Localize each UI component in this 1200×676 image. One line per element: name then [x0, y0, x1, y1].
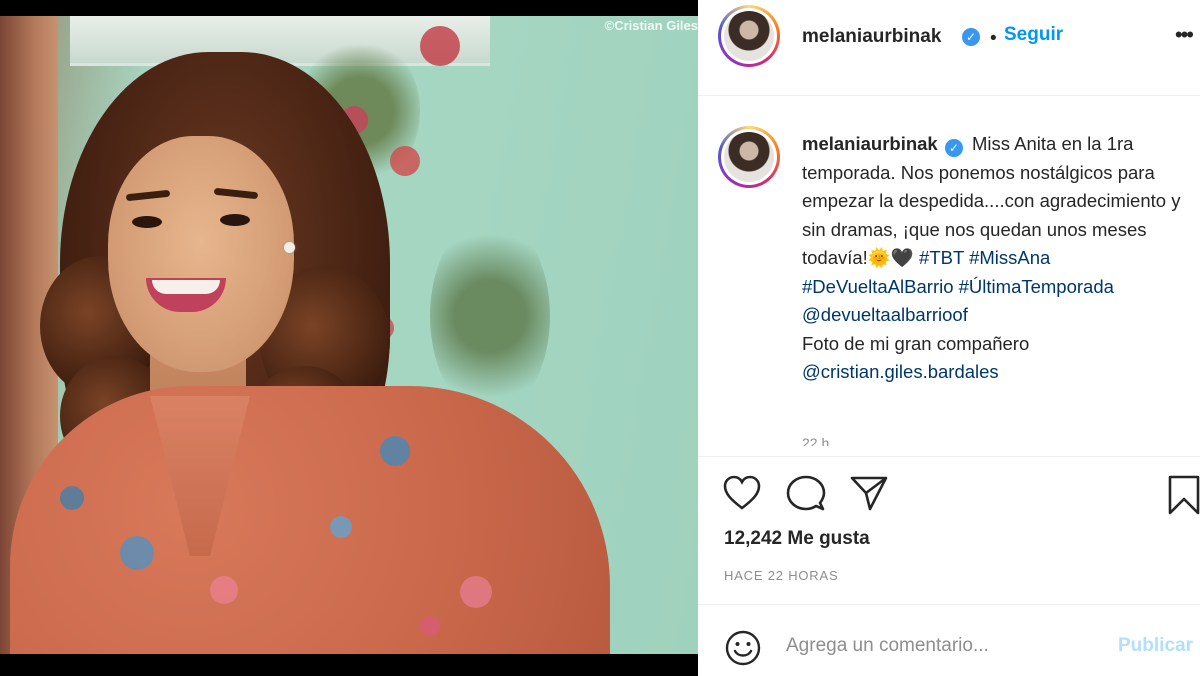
save-bookmark-icon[interactable] [1168, 475, 1200, 515]
comment-bar: Publicar [698, 604, 1200, 676]
post-time-ago: HACE 22 HORAS [724, 568, 839, 583]
caption-mention-account[interactable]: @devueltaalbarrioof [802, 304, 968, 325]
header-username[interactable]: melaniaurbinak [802, 26, 941, 48]
photo-watermark: ©Cristian Giles [604, 18, 698, 33]
verified-badge-icon: ✓ [962, 28, 980, 46]
caption-relative-time: 22 h [802, 436, 830, 446]
header-separator: • [990, 28, 997, 49]
post-photo-image: ©Cristian Giles [0, 16, 698, 654]
likes-count[interactable]: 12,242 Me gusta [724, 528, 870, 550]
post-header: melaniaurbinak ✓ • Seguir ••• [698, 0, 1200, 96]
caption-verified-badge-icon: ✓ [944, 139, 963, 157]
publish-button[interactable]: Publicar [1118, 635, 1193, 657]
post-actions-bar [698, 456, 1200, 516]
avatar[interactable] [718, 5, 780, 67]
share-direct-icon[interactable] [850, 475, 888, 511]
more-options-icon[interactable]: ••• [1175, 22, 1194, 48]
comment-input[interactable] [786, 635, 1086, 657]
post-caption: melaniaurbinak ✓ Miss Anita en la 1ra te… [802, 130, 1198, 387]
caption-mention-photographer[interactable]: @cristian.giles.bardales [802, 361, 999, 382]
caption-avatar[interactable] [718, 126, 780, 188]
follow-button[interactable]: Seguir [1004, 24, 1063, 46]
instagram-post-view: ©Cristian Giles melaniaurbinak ✓ • Segui… [0, 0, 1200, 676]
post-side-panel: melaniaurbinak ✓ • Seguir ••• melaniaurb… [698, 0, 1200, 676]
comment-bubble-icon[interactable] [786, 475, 826, 513]
emoji-smiley-icon[interactable] [724, 629, 762, 667]
like-heart-icon[interactable] [722, 475, 762, 511]
caption-credit-text: Foto de mi gran compañero [802, 332, 1030, 354]
caption-username[interactable]: melaniaurbinak [802, 133, 938, 154]
post-photo: ©Cristian Giles [0, 0, 698, 676]
